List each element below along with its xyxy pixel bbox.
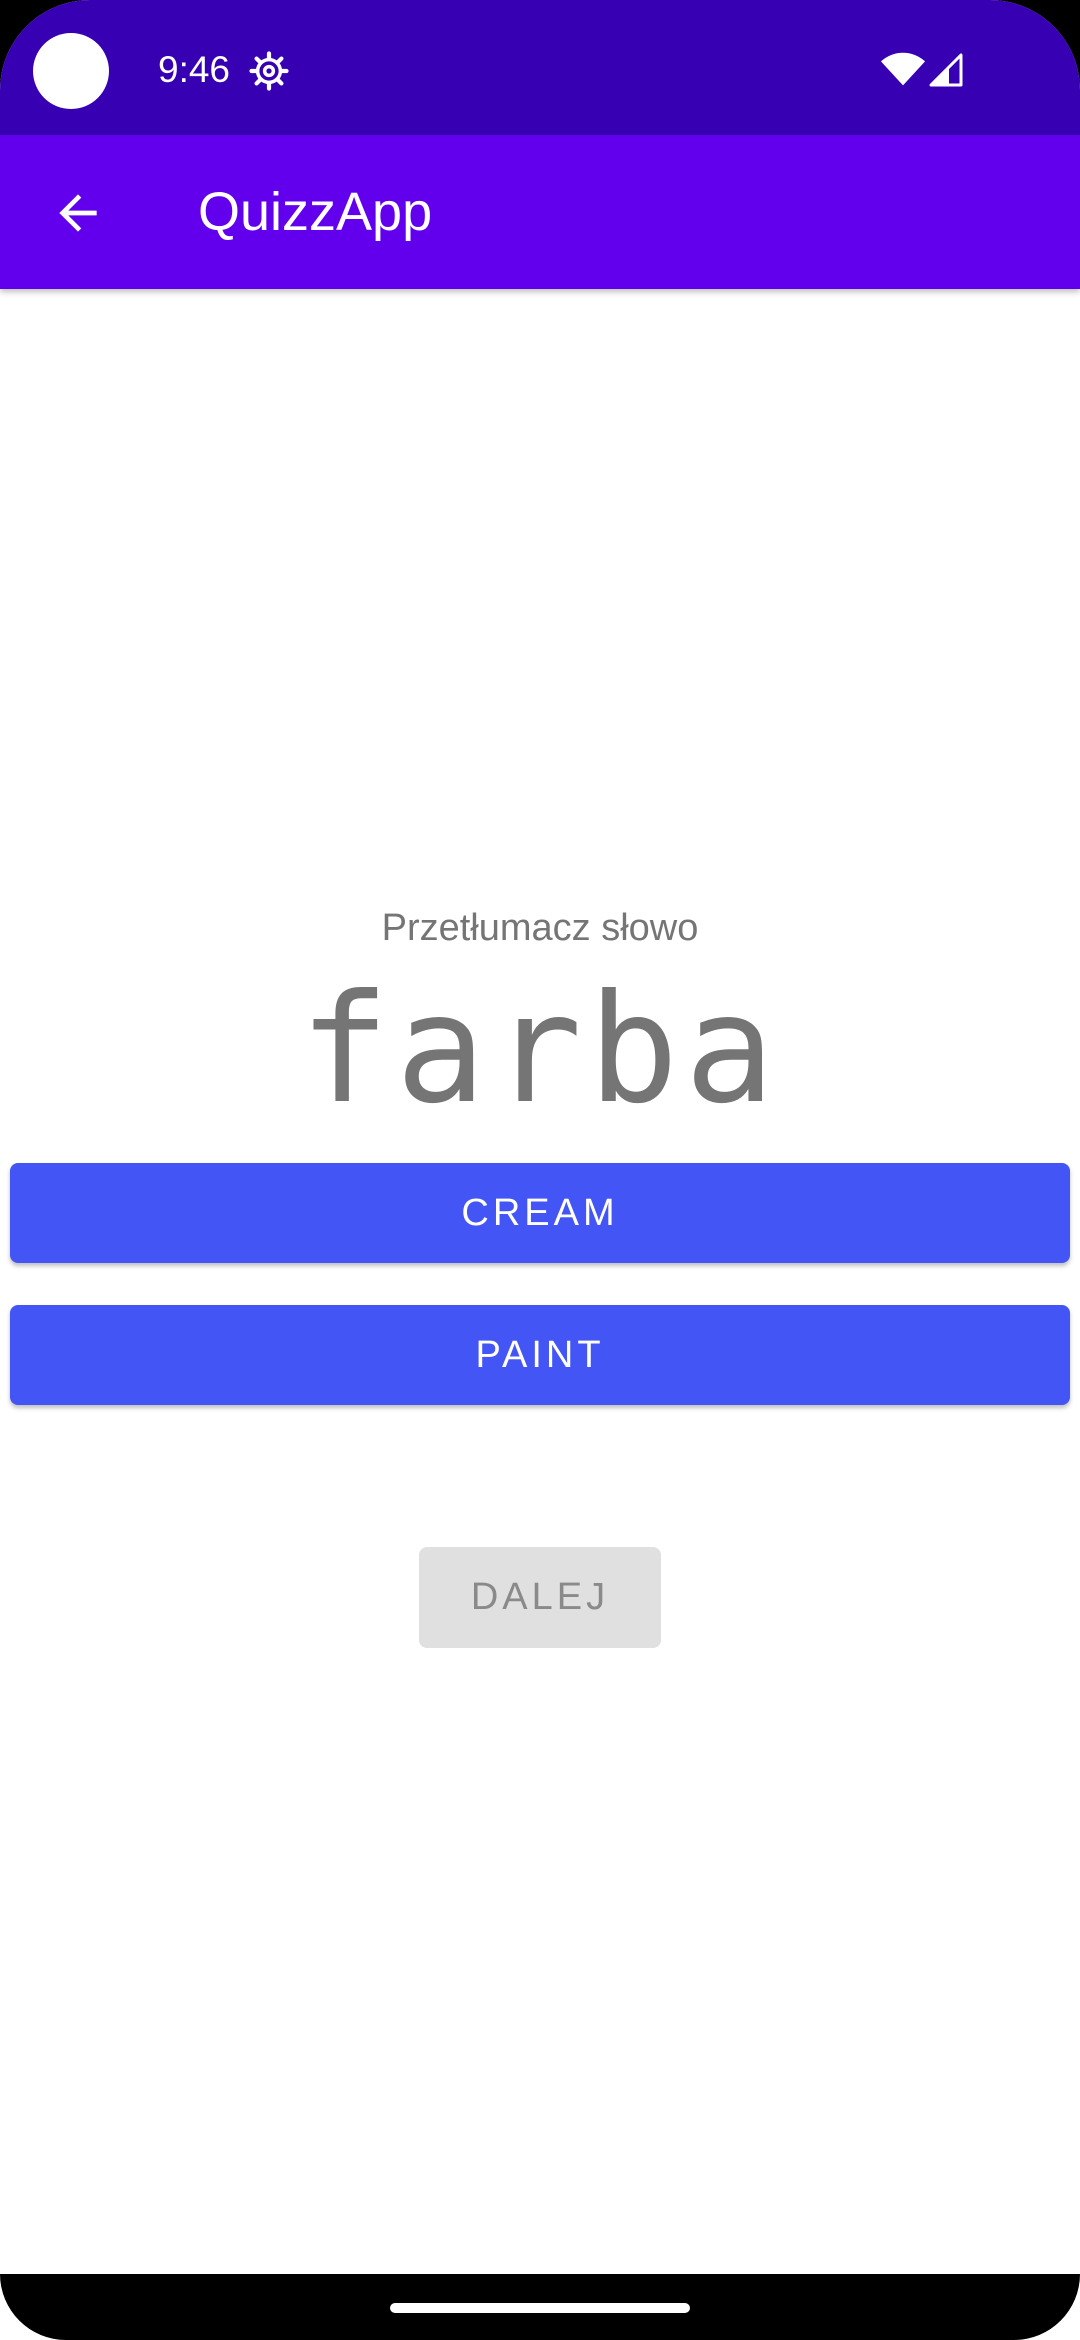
home-handle[interactable] <box>390 2303 690 2313</box>
next-button[interactable]: DALEJ <box>419 1547 661 1648</box>
answer-button-2[interactable]: PAINT <box>10 1305 1070 1405</box>
app-title: QuizzApp <box>198 182 433 242</box>
status-time: 9:46 <box>158 49 231 90</box>
settings-icon <box>249 51 289 91</box>
navigation-bar <box>0 2274 1080 2340</box>
quiz-word: farba <box>299 963 781 1137</box>
prompt-label: Przetłumacz słowo <box>381 907 699 949</box>
wifi-icon <box>880 52 926 86</box>
arrow-back-icon <box>59 194 97 232</box>
app-bar: QuizzApp <box>0 135 1080 289</box>
signal-icon <box>929 53 963 87</box>
camera-cutout <box>33 33 109 109</box>
answer-button-1[interactable]: CREAM <box>10 1163 1070 1263</box>
back-button[interactable] <box>30 165 126 261</box>
quiz-screen: 9:46 QuizzApp Przetłumacz słowo farba CR… <box>0 0 1080 2340</box>
status-bar: 9:46 <box>0 0 1080 135</box>
